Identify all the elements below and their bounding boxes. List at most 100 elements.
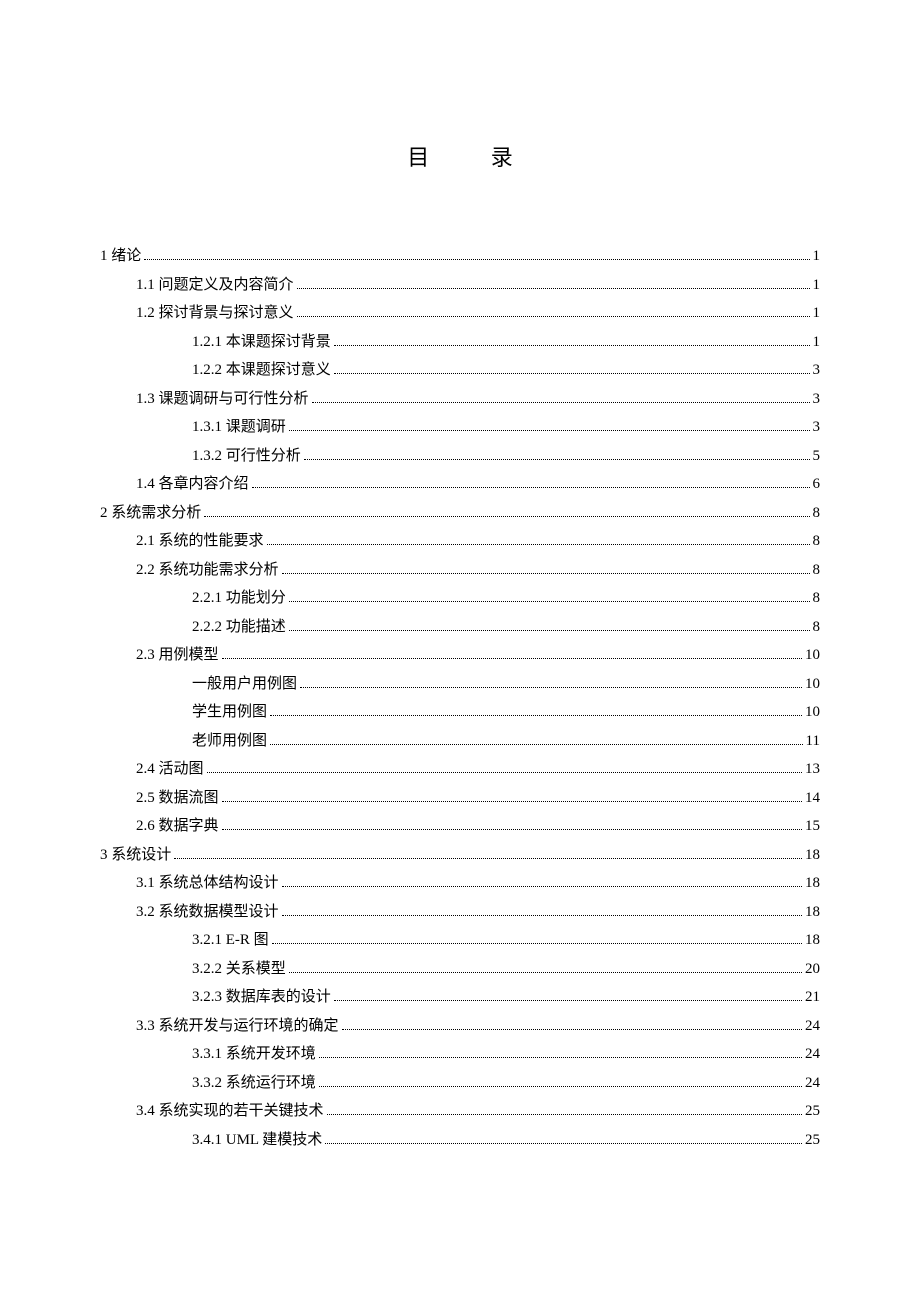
toc-dot-leader: [297, 288, 810, 289]
toc-entry[interactable]: 2.2.2 功能描述8: [100, 613, 820, 642]
toc-entry[interactable]: 3.2.2 关系模型 20: [100, 955, 820, 984]
toc-entry-page: 8: [813, 584, 821, 613]
toc-dot-leader: [267, 544, 810, 545]
toc-dot-leader: [270, 715, 802, 716]
toc-dot-leader: [312, 402, 810, 403]
toc-dot-leader: [204, 516, 809, 517]
toc-entry-label: 1.3.2 可行性分析: [192, 442, 301, 471]
toc-entry-page: 18: [805, 869, 820, 898]
toc-entry-page: 1: [813, 242, 821, 271]
toc-entry-label: 学生用例图: [192, 698, 267, 727]
toc-entry-label: 1.2.1 本课题探讨背景: [192, 328, 331, 357]
toc-dot-leader: [282, 915, 802, 916]
toc-entry[interactable]: 1.3.2 可行性分析5: [100, 442, 820, 471]
toc-dot-leader: [222, 829, 802, 830]
toc-entry-label: 1.3.1 课题调研: [192, 413, 286, 442]
toc-entry[interactable]: 2.1 系统的性能要求 8: [100, 527, 820, 556]
toc-entry-page: 3: [813, 356, 821, 385]
toc-dot-leader: [334, 345, 810, 346]
toc-entry-label: 1 绪论: [100, 242, 141, 271]
toc-entry-page: 8: [813, 613, 821, 642]
toc-entry-label: 3.2.2 关系模型: [192, 955, 286, 984]
toc-dot-leader: [289, 601, 810, 602]
toc-entry[interactable]: 3.4 系统实现的若干关键技术25: [100, 1097, 820, 1126]
toc-dot-leader: [325, 1143, 802, 1144]
toc-entry-page: 18: [805, 841, 820, 870]
toc-entry-page: 20: [805, 955, 820, 984]
toc-entry[interactable]: 3.2 系统数据模型设计18: [100, 898, 820, 927]
toc-entry[interactable]: 1.3 课题调研与可行性分析3: [100, 385, 820, 414]
toc-entry-page: 10: [805, 641, 820, 670]
toc-dot-leader: [304, 459, 810, 460]
toc-dot-leader: [174, 858, 802, 859]
toc-entry-page: 3: [813, 385, 821, 414]
toc-entry[interactable]: 3.3.2 系统运行环境 24: [100, 1069, 820, 1098]
toc-entry-label: 3.4 系统实现的若干关键技术: [136, 1097, 324, 1126]
toc-entry[interactable]: 2.3 用例模型 10: [100, 641, 820, 670]
toc-entry[interactable]: 3.1 系统总体结构设计18: [100, 869, 820, 898]
toc-entry[interactable]: 1.4 各章内容介绍6: [100, 470, 820, 499]
toc-entry-page: 13: [805, 755, 820, 784]
toc-entry-page: 24: [805, 1069, 820, 1098]
toc-dot-leader: [334, 373, 810, 374]
toc-entry[interactable]: 1.2.1 本课题探讨背景1: [100, 328, 820, 357]
toc-entry-label: 1.2.2 本课题探讨意义: [192, 356, 331, 385]
toc-entry[interactable]: 1.1 问题定义及内容简介1: [100, 271, 820, 300]
toc-entry-label: 3.2.3 数据库表的设计: [192, 983, 331, 1012]
toc-entry[interactable]: 3 系统设计18: [100, 841, 820, 870]
toc-entry[interactable]: 1.3.1 课题调研3: [100, 413, 820, 442]
toc-entry-label: 3.3.2 系统运行环境: [192, 1069, 316, 1098]
toc-entry[interactable]: 学生用例图 10: [100, 698, 820, 727]
toc-entry-label: 3.3.1 系统开发环境: [192, 1040, 316, 1069]
toc-entry-label: 2 系统需求分析: [100, 499, 201, 528]
toc-entry-page: 10: [805, 698, 820, 727]
toc-dot-leader: [282, 573, 810, 574]
toc-dot-leader: [207, 772, 802, 773]
toc-entry-label: 3.2.1 E-R 图: [192, 926, 269, 955]
toc-dot-leader: [319, 1057, 802, 1058]
toc-entry-page: 14: [805, 784, 820, 813]
toc-entry[interactable]: 老师用例图 11: [100, 727, 820, 756]
toc-dot-leader: [289, 972, 802, 973]
toc-entry[interactable]: 3.2.1 E-R 图18: [100, 926, 820, 955]
toc-entry[interactable]: 3.4.1 UML 建模技术25: [100, 1126, 820, 1155]
toc-entry[interactable]: 1.2 探讨背景与探讨意义1: [100, 299, 820, 328]
toc-entry[interactable]: 3.2.3 数据库表的设计 21: [100, 983, 820, 1012]
document-page: 目 录 1 绪论11.1 问题定义及内容简介11.2 探讨背景与探讨意义11.2…: [0, 0, 920, 1302]
toc-entry-label: 2.4 活动图: [136, 755, 204, 784]
toc-entry-label: 老师用例图: [192, 727, 267, 756]
toc-entry[interactable]: 2 系统需求分析 8: [100, 499, 820, 528]
toc-entry[interactable]: 2.2 系统功能需求分析8: [100, 556, 820, 585]
toc-entry[interactable]: 2.4 活动图 13: [100, 755, 820, 784]
toc-dot-leader: [252, 487, 810, 488]
toc-entry-page: 8: [813, 499, 821, 528]
toc-entry-page: 21: [805, 983, 820, 1012]
toc-entry-label: 2.1 系统的性能要求: [136, 527, 264, 556]
toc-entry-page: 8: [813, 527, 821, 556]
toc-dot-leader: [289, 430, 810, 431]
toc-dot-leader: [282, 886, 802, 887]
toc-entry[interactable]: 2.2.1 功能划分 8: [100, 584, 820, 613]
toc-entry[interactable]: 2.6 数据字典15: [100, 812, 820, 841]
toc-entry-label: 2.2.1 功能划分: [192, 584, 286, 613]
toc-entry-page: 15: [805, 812, 820, 841]
toc-entry-page: 24: [805, 1012, 820, 1041]
toc-entry-label: 3.3 系统开发与运行环境的确定: [136, 1012, 339, 1041]
toc-entry[interactable]: 2.5 数据流图 14: [100, 784, 820, 813]
toc-entry[interactable]: 3.3.1 系统开发环境 24: [100, 1040, 820, 1069]
toc-entry-page: 25: [805, 1126, 820, 1155]
toc-entry[interactable]: 1 绪论 1: [100, 242, 820, 271]
toc-entry[interactable]: 3.3 系统开发与运行环境的确定 24: [100, 1012, 820, 1041]
toc-dot-leader: [334, 1000, 802, 1001]
toc-entry[interactable]: 一般用户用例图10: [100, 670, 820, 699]
toc-dot-leader: [300, 687, 802, 688]
toc-dot-leader: [270, 744, 803, 745]
toc-entry-page: 18: [805, 898, 820, 927]
toc-entry-label: 2.2 系统功能需求分析: [136, 556, 279, 585]
toc-entry[interactable]: 1.2.2 本课题探讨意义 3: [100, 356, 820, 385]
toc-entry-label: 2.3 用例模型: [136, 641, 219, 670]
toc-entry-page: 1: [813, 299, 821, 328]
toc-entry-label: 2.5 数据流图: [136, 784, 219, 813]
toc-entry-page: 24: [805, 1040, 820, 1069]
toc-entry-page: 11: [806, 727, 820, 756]
